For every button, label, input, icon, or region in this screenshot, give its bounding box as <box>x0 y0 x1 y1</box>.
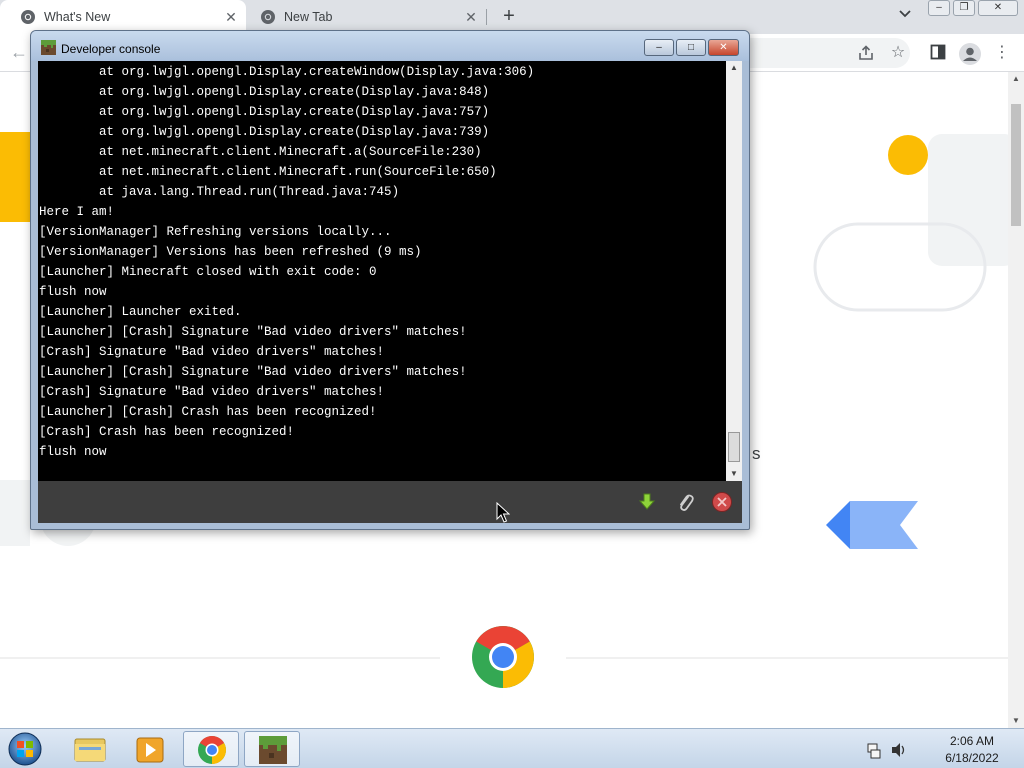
console-line: [Launcher] Launcher exited. <box>39 305 242 319</box>
scroll-up-arrow-icon[interactable]: ▲ <box>726 61 742 75</box>
console-line: [Crash] Crash has been recognized! <box>39 425 295 439</box>
chrome-favicon-icon <box>261 10 275 24</box>
network-icon[interactable] <box>867 743 881 759</box>
new-tab-button[interactable]: + <box>497 6 521 28</box>
volume-icon[interactable] <box>892 743 905 757</box>
console-line: at org.lwjgl.opengl.Display.create(Displ… <box>39 125 490 139</box>
console-line: [Launcher] [Crash] Signature "Bad video … <box>39 365 467 379</box>
chrome-favicon-icon <box>21 10 35 24</box>
windows-explorer-icon <box>74 738 106 762</box>
mouse-cursor-icon <box>496 502 510 523</box>
tab-separator <box>486 9 487 25</box>
console-line: at java.lang.Thread.run(Thread.java:745) <box>39 185 400 199</box>
console-minimize-button[interactable]: – <box>644 39 674 56</box>
download-icon[interactable] <box>636 491 658 513</box>
profile-icon[interactable] <box>958 42 982 66</box>
taskbar-minecraft-launcher[interactable] <box>244 731 300 767</box>
tab-close-icon[interactable]: ✕ <box>224 10 238 24</box>
tab-strip: What's New ✕ New Tab ✕ + – ❐ ✕ <box>0 0 1024 34</box>
taskbar: 2:06 AM 6/18/2022 <box>0 728 1024 768</box>
console-line: [VersionManager] Refreshing versions loc… <box>39 225 392 239</box>
tab-label: What's New <box>44 10 111 24</box>
tab-new-tab[interactable]: New Tab ✕ <box>240 0 486 34</box>
console-line: [Crash] Signature "Bad video drivers" ma… <box>39 345 385 359</box>
console-line: [Crash] Signature "Bad video drivers" ma… <box>39 385 385 399</box>
tab-whats-new[interactable]: What's New ✕ <box>0 0 246 34</box>
tab-close-icon[interactable]: ✕ <box>464 10 478 24</box>
minecraft-launcher-icon <box>259 736 287 764</box>
console-line: [Launcher] Minecraft closed with exit co… <box>39 265 377 279</box>
console-output-text: at org.lwjgl.opengl.Display.createWindow… <box>39 62 721 462</box>
taskbar-chrome[interactable] <box>183 731 239 767</box>
media-player-icon <box>136 737 164 763</box>
console-maximize-button[interactable]: □ <box>676 39 706 56</box>
console-line: [Launcher] [Crash] Crash has been recogn… <box>39 405 377 419</box>
scroll-up-arrow-icon[interactable]: ▲ <box>1008 72 1024 86</box>
page-scrollbar[interactable]: ▲ ▼ <box>1008 72 1024 728</box>
minimize-window-button[interactable]: – <box>928 0 950 16</box>
scroll-down-arrow-icon[interactable]: ▼ <box>1008 714 1024 728</box>
console-line: at net.minecraft.client.Minecraft.run(So… <box>39 165 497 179</box>
start-button-icon[interactable] <box>5 731 45 767</box>
console-title-bar[interactable]: Developer console – □ ✕ <box>31 31 749 61</box>
taskbar-media-player[interactable] <box>122 731 178 767</box>
system-tray <box>866 741 910 759</box>
clock-time: 2:06 AM <box>949 734 995 748</box>
console-output-area[interactable]: at org.lwjgl.opengl.Display.createWindow… <box>38 61 742 481</box>
menu-icon[interactable]: ⋮ <box>992 44 1012 64</box>
tab-label: New Tab <box>284 10 333 24</box>
console-scrollbar[interactable]: ▲ ▼ <box>726 61 742 481</box>
close-window-button[interactable]: ✕ <box>978 0 1018 16</box>
minecraft-launcher-icon <box>41 40 56 55</box>
system-clock[interactable]: 2:06 AM 6/18/2022 <box>930 733 1014 767</box>
back-arrow-icon[interactable]: ← <box>10 42 32 64</box>
clock-date: 6/18/2022 <box>945 751 999 765</box>
share-icon[interactable] <box>856 44 876 64</box>
developer-console-window: Developer console – □ ✕ at org.lwjgl.ope… <box>30 30 750 530</box>
console-line: Here I am! <box>39 205 115 219</box>
star-icon[interactable]: ☆ <box>888 44 908 64</box>
console-line: flush now <box>39 445 107 459</box>
console-action-bar <box>38 481 742 523</box>
chrome-logo-icon <box>472 626 534 688</box>
partial-heading-text: s <box>752 444 761 463</box>
console-line: at org.lwjgl.opengl.Display.create(Displ… <box>39 85 490 99</box>
restore-window-button[interactable]: ❐ <box>953 0 975 16</box>
console-close-button[interactable]: ✕ <box>708 39 739 56</box>
console-title: Developer console <box>61 42 161 56</box>
console-line: at org.lwjgl.opengl.Display.create(Displ… <box>39 105 490 119</box>
page-scroll-thumb[interactable] <box>1011 104 1021 226</box>
console-line: [VersionManager] Versions has been refre… <box>39 245 422 259</box>
attach-icon[interactable] <box>674 491 696 513</box>
scroll-down-arrow-icon[interactable]: ▼ <box>726 467 742 481</box>
console-line: [Launcher] [Crash] Signature "Bad video … <box>39 325 467 339</box>
console-line: flush now <box>39 285 107 299</box>
close-circle-icon[interactable] <box>711 491 733 513</box>
console-scroll-thumb[interactable] <box>728 432 740 462</box>
tab-search-icon[interactable] <box>896 9 914 25</box>
console-line: at org.lwjgl.opengl.Display.createWindow… <box>39 65 535 79</box>
chrome-icon <box>198 736 226 764</box>
taskbar-explorer[interactable] <box>62 731 118 767</box>
side-panel-icon[interactable] <box>928 44 948 64</box>
console-line: at net.minecraft.client.Minecraft.a(Sour… <box>39 145 482 159</box>
